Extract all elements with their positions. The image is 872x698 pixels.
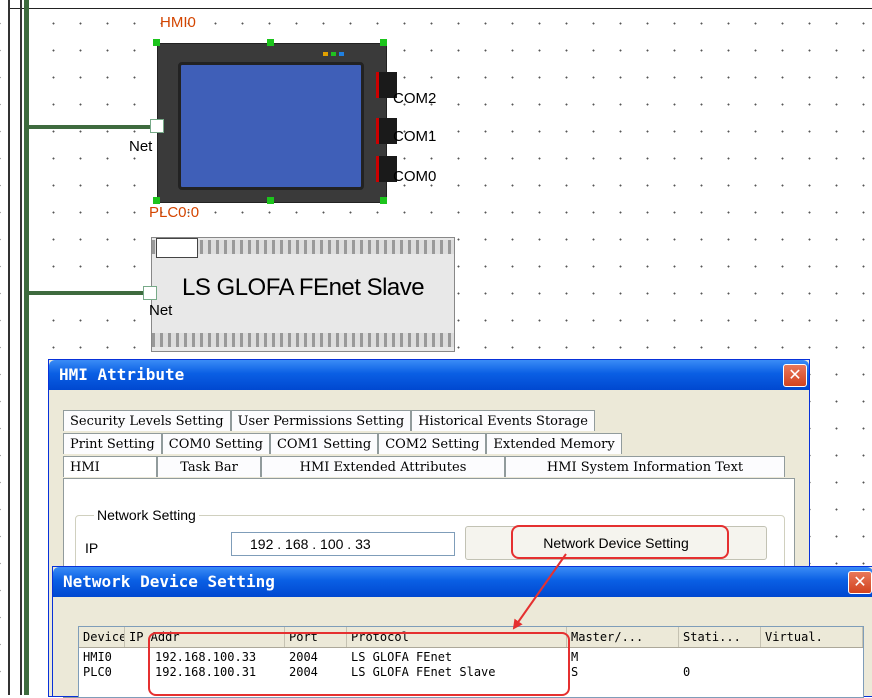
- selection-handle[interactable]: [380, 39, 387, 46]
- selection-handle[interactable]: [153, 197, 160, 204]
- hmi-device[interactable]: [157, 43, 387, 203]
- column-header-device[interactable]: Device: [79, 627, 125, 647]
- tab-row-3: HMI Task Bar HMI Extended Attributes HMI…: [63, 456, 785, 478]
- cell-device: PLC0: [83, 665, 112, 679]
- selection-handle[interactable]: [267, 39, 274, 46]
- network-setting-caption: Network Setting: [94, 507, 199, 523]
- highlight-box: [511, 525, 729, 559]
- column-header-station[interactable]: Stati...: [679, 627, 761, 647]
- tab-hmi-system-information-text[interactable]: HMI System Information Text: [505, 456, 785, 477]
- hmi-screen: [178, 62, 364, 190]
- close-icon[interactable]: ✕: [848, 571, 872, 594]
- tab-row-2: Print Setting COM0 Setting COM1 Setting …: [63, 433, 622, 455]
- cell-device: HMI0: [83, 650, 112, 664]
- canvas-border-inner: [20, 0, 22, 695]
- tab-com2-setting[interactable]: COM2 Setting: [378, 433, 487, 454]
- cell-master: S: [571, 665, 579, 679]
- tab-com1-setting[interactable]: COM1 Setting: [269, 433, 379, 454]
- tab-security-levels[interactable]: Security Levels Setting: [63, 410, 231, 431]
- hmi-net-label: Net: [129, 138, 153, 155]
- column-header-virtual[interactable]: Virtual.: [761, 627, 863, 647]
- hmi-net-wire[interactable]: [26, 125, 154, 129]
- ip-label: IP: [85, 540, 99, 556]
- cell-virtual: [761, 665, 863, 680]
- ip-address-field[interactable]: 192 . 168 . 100 . 33: [231, 532, 455, 556]
- canvas-border-left: [8, 0, 10, 695]
- tab-hmi-extended-attributes[interactable]: HMI Extended Attributes: [261, 456, 505, 477]
- plc-device[interactable]: LS GLOFA FEnet Slave: [151, 237, 455, 352]
- canvas-border: [8, 8, 872, 9]
- close-icon[interactable]: ✕: [783, 364, 807, 387]
- network-bus-line[interactable]: [24, 0, 29, 695]
- plc-name: LS GLOFA FEnet Slave: [182, 274, 425, 301]
- plc-net-port[interactable]: [143, 286, 157, 300]
- com2-label: COM2: [393, 90, 437, 107]
- selection-handle[interactable]: [153, 39, 160, 46]
- hmi-attribute-title[interactable]: HMI Attribute: [49, 360, 809, 390]
- plc-net-label: Net: [149, 302, 173, 319]
- plc-net-wire[interactable]: [26, 291, 146, 295]
- tab-row-1: Security Levels Setting User Permissions…: [63, 410, 595, 432]
- tab-extended-memory[interactable]: Extended Memory: [486, 433, 622, 454]
- cell-virtual: [761, 650, 863, 665]
- ip-address-value: 192 . 168 . 100 . 33: [250, 536, 371, 552]
- hmi-net-port[interactable]: [150, 119, 164, 133]
- highlight-box: [148, 632, 570, 696]
- tab-task-bar[interactable]: Task Bar: [157, 456, 261, 477]
- com1-label: COM1: [393, 128, 437, 145]
- tab-historical-events[interactable]: Historical Events Storage: [411, 410, 595, 431]
- com0-label: COM0: [393, 168, 437, 185]
- plc-device-label: PLC0:0: [149, 204, 200, 221]
- cell-station: 0: [683, 665, 691, 679]
- hmi-device-label: HMI0: [160, 14, 196, 31]
- tab-com0-setting[interactable]: COM0 Setting: [161, 433, 270, 454]
- selection-handle[interactable]: [267, 197, 274, 204]
- plc-terminal-strip: [152, 333, 454, 347]
- plc-connector-icon: [156, 238, 198, 258]
- tab-user-permissions[interactable]: User Permissions Setting: [230, 410, 412, 431]
- cell-master: M: [571, 650, 579, 664]
- tab-print-setting[interactable]: Print Setting: [63, 433, 162, 454]
- cell-station: [679, 650, 761, 665]
- led-icon: [331, 52, 336, 56]
- selection-handle[interactable]: [380, 197, 387, 204]
- tab-hmi[interactable]: HMI: [63, 456, 157, 477]
- led-icon: [323, 52, 328, 56]
- led-icon: [339, 52, 344, 56]
- column-header-master[interactable]: Master/...: [567, 627, 679, 647]
- network-device-setting-title[interactable]: Network Device Setting: [53, 567, 872, 597]
